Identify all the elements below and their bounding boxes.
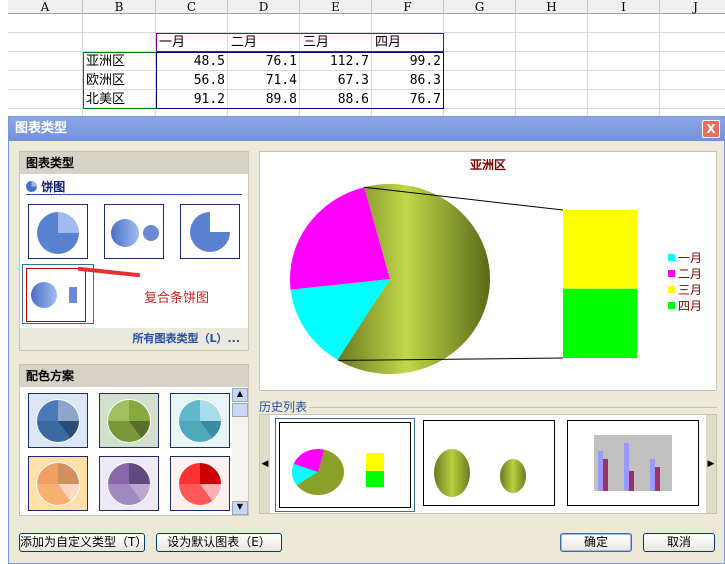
pie-thumb-icon xyxy=(37,212,79,254)
value-cell[interactable]: 48.5 xyxy=(156,52,228,71)
pie-swatch-icon xyxy=(36,462,80,506)
legend-swatch xyxy=(668,254,675,261)
legend-label: 二月 xyxy=(678,267,702,281)
scroll-thumb[interactable] xyxy=(232,403,248,417)
history-item-2[interactable] xyxy=(423,420,555,506)
subtype-exploded-pie[interactable] xyxy=(180,204,240,259)
month-header[interactable]: 二月 xyxy=(228,33,260,52)
subtype-pie[interactable] xyxy=(28,204,88,259)
month-header[interactable]: 三月 xyxy=(300,33,332,52)
bar-segment-apr xyxy=(563,288,637,358)
history-label: 历史列表 xyxy=(259,400,308,414)
history-item-1[interactable] xyxy=(275,418,415,512)
region-cell[interactable]: 亚洲区 xyxy=(83,52,128,71)
pie-swatch-icon xyxy=(178,462,222,506)
region-cell[interactable]: 北美区 xyxy=(83,90,128,109)
all-chart-types-link[interactable]: 所有图表类型（L）... xyxy=(20,328,248,350)
column-header[interactable]: D xyxy=(228,0,300,14)
value-cell[interactable]: 71.4 xyxy=(228,71,300,90)
pie-swatch-icon xyxy=(178,399,222,443)
value-cell[interactable]: 112.7 xyxy=(300,52,372,71)
cancel-button[interactable]: 取消 xyxy=(643,533,715,552)
chart-type-dialog: 图表类型 X 图表类型 饼图 复合条饼图 所有图表类型（L）... 配色方案 ▲… xyxy=(8,116,725,564)
value-cell[interactable]: 99.2 xyxy=(372,52,444,71)
month-header[interactable]: 四月 xyxy=(372,33,404,52)
bar-segment-mar xyxy=(563,210,637,289)
subtype-pie-of-pie[interactable] xyxy=(104,204,164,259)
column-header[interactable]: B xyxy=(83,0,156,14)
add-custom-type-button[interactable]: 添加为自定义类型（T） xyxy=(19,533,147,552)
scrollbar[interactable]: ▲ ▼ xyxy=(232,388,248,515)
color-scheme-option[interactable] xyxy=(170,456,230,511)
category-pie[interactable]: 饼图 xyxy=(26,178,242,195)
legend-label: 四月 xyxy=(678,299,702,313)
legend-label: 三月 xyxy=(678,283,702,297)
value-cell[interactable]: 88.6 xyxy=(300,90,372,109)
column-header[interactable]: F xyxy=(372,0,444,14)
legend-swatch xyxy=(668,286,675,293)
spreadsheet: A B C D E F G H I J 一月 二月 三月 四月亚洲区 48.5 76.1 112.7 99.2 欧洲… xyxy=(0,0,725,128)
value-cell[interactable]: 91.2 xyxy=(156,90,228,109)
chart-type-header: 图表类型 xyxy=(20,152,248,174)
color-scheme-option[interactable] xyxy=(170,393,230,448)
chart-type-panel: 图表类型 饼图 复合条饼图 所有图表类型（L）... xyxy=(19,151,249,351)
history-list: ◀ ▶ xyxy=(259,414,717,514)
legend-swatch xyxy=(668,270,675,277)
exploded-pie-icon xyxy=(190,212,230,252)
column-header[interactable]: I xyxy=(588,0,660,14)
ok-button[interactable]: 确定 xyxy=(560,533,632,552)
color-scheme-header: 配色方案 xyxy=(20,365,248,387)
region-cell[interactable]: 欧洲区 xyxy=(83,71,128,90)
value-cell[interactable]: 76.7 xyxy=(372,90,444,109)
subtype-bar-of-pie[interactable] xyxy=(22,264,94,324)
pie-swatch-icon xyxy=(36,399,80,443)
column-header[interactable]: G xyxy=(444,0,516,14)
pie-of-pie-icon xyxy=(111,219,139,247)
bar-of-pie-icon xyxy=(31,282,57,308)
value-cell[interactable]: 67.3 xyxy=(300,71,372,90)
color-scheme-option[interactable] xyxy=(28,393,88,448)
chart-title: 亚洲区 xyxy=(470,158,506,172)
legend-label: 一月 xyxy=(678,251,702,265)
value-cell[interactable]: 89.8 xyxy=(228,90,300,109)
set-default-chart-button[interactable]: 设为默认图表（E） xyxy=(156,533,282,552)
bar-of-pie-chart: 亚洲区一月二月三月四月 xyxy=(290,158,702,374)
color-scheme-panel: 配色方案 ▲ ▼ xyxy=(19,364,249,516)
pie-swatch-icon xyxy=(107,462,151,506)
column-header[interactable]: J xyxy=(660,0,725,14)
value-cell[interactable]: 56.8 xyxy=(156,71,228,90)
value-cell[interactable]: 86.3 xyxy=(372,71,444,90)
scroll-left-button[interactable]: ◀ xyxy=(260,415,270,513)
mini-pie xyxy=(292,449,344,495)
annotation-label: 复合条饼图 xyxy=(144,291,210,306)
close-button[interactable]: X xyxy=(702,120,720,138)
color-scheme-option[interactable] xyxy=(28,456,88,511)
column-header[interactable]: H xyxy=(516,0,588,14)
value-cell[interactable]: 76.1 xyxy=(228,52,300,71)
pie-swatch-icon xyxy=(107,399,151,443)
chart-preview: 亚洲区一月二月三月四月 xyxy=(259,151,717,391)
column-header[interactable]: E xyxy=(300,0,372,14)
column-header[interactable]: A xyxy=(8,0,83,14)
pie-icon xyxy=(26,181,37,192)
dialog-title: 图表类型 xyxy=(9,117,724,141)
column-header[interactable]: C xyxy=(156,0,228,14)
legend-swatch xyxy=(668,302,675,309)
color-scheme-option[interactable] xyxy=(99,456,159,511)
history-item-3[interactable] xyxy=(567,420,699,506)
color-scheme-option[interactable] xyxy=(99,393,159,448)
month-header[interactable]: 一月 xyxy=(156,33,188,52)
scroll-right-button[interactable]: ▶ xyxy=(706,415,716,513)
